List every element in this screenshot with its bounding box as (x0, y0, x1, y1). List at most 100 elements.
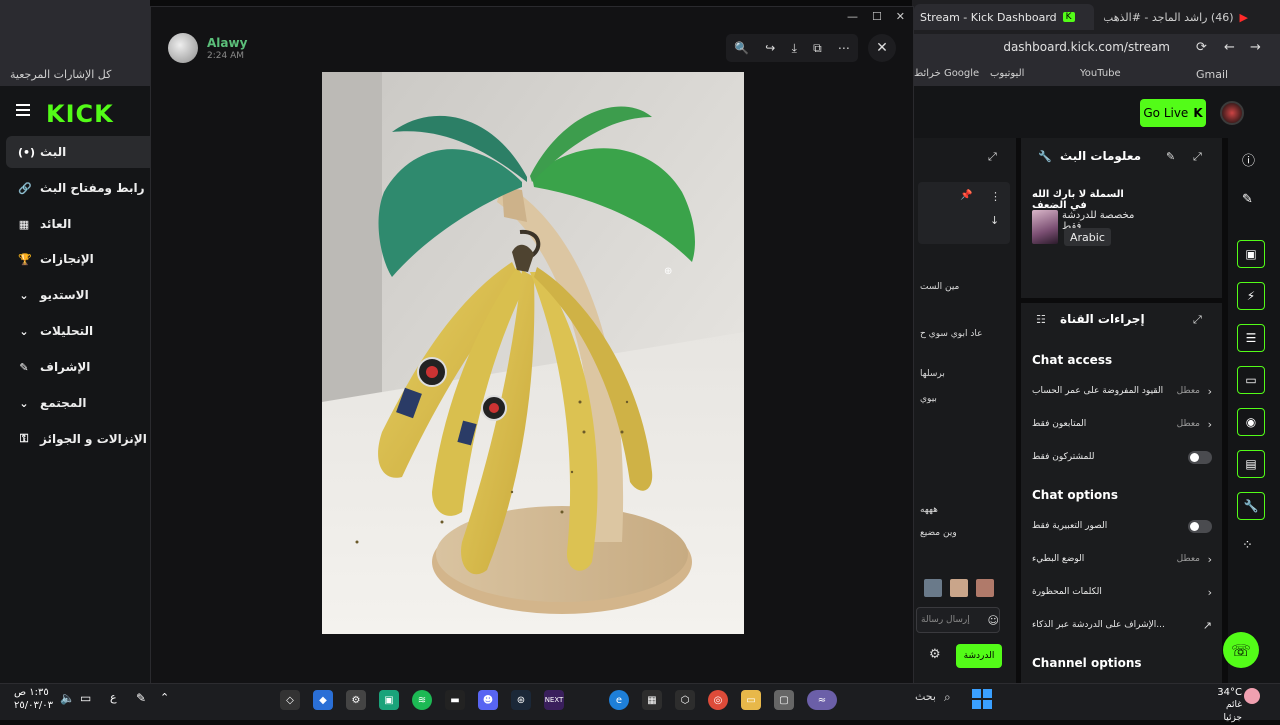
volume-icon[interactable]: 🔈 (60, 691, 75, 705)
minimize-icon[interactable]: — (847, 10, 858, 28)
bookmark-youtube-ar[interactable]: اليوتيوب (990, 68, 1024, 79)
download-icon[interactable]: ⤓ (792, 41, 797, 56)
sidebar-item-achievements[interactable]: 🏆 الإنجازات (6, 243, 150, 275)
broadcast-icon[interactable]: ◉ (1237, 408, 1265, 436)
chat-icon[interactable]: ▭ (1237, 366, 1265, 394)
search-label: بحث (915, 690, 936, 703)
taskbar-search[interactable]: بحث (915, 690, 936, 703)
url-field[interactable]: dashboard.kick.com/stream (1003, 40, 1170, 54)
back-icon[interactable]: ← (1224, 40, 1235, 55)
edge-icon[interactable]: e (609, 690, 629, 710)
settings-icon[interactable]: ⚙ (346, 690, 366, 710)
info-icon[interactable]: ⓘ (1242, 150, 1255, 169)
edit-icon[interactable]: ✎ (1242, 192, 1253, 207)
emote-1[interactable] (924, 579, 942, 597)
app-blue-icon[interactable]: ◆ (313, 690, 333, 710)
go-live-button[interactable]: Go Live K (1140, 99, 1206, 127)
sidebar-item-stream[interactable]: (•) البث (6, 136, 150, 168)
sidebar-item-studio[interactable]: ⌄ الاستديو (6, 279, 150, 311)
emotes-only-row[interactable]: الصور التعبيرية فقط (1032, 515, 1212, 537)
panels-icon[interactable]: ▤ (1237, 450, 1265, 478)
subscribers-only-row[interactable]: للمشتركون فقط (1032, 446, 1212, 468)
next-app-icon[interactable]: NEXT (544, 690, 564, 710)
kick-k-icon: K (1193, 106, 1203, 120)
chrome-icon[interactable]: ◎ (708, 690, 728, 710)
all-bookmarks-link[interactable]: كل الإشارات المرجعية (10, 68, 118, 81)
layout-icon[interactable]: ▣ (1237, 240, 1265, 268)
language-indicator[interactable]: ع (110, 691, 117, 704)
banned-words-row[interactable]: الكلمات المحظورة › (1032, 581, 1212, 603)
ai-moderation-row[interactable]: ...الإشراف على الدردشة عبر الذكاء ↗ (1032, 614, 1212, 636)
windows-start-icon[interactable] (972, 689, 992, 709)
forward-icon[interactable]: → (1250, 40, 1261, 55)
chat-settings-gear-icon[interactable]: ⚙ (929, 647, 941, 662)
app-gray-icon[interactable]: ▢ (774, 690, 794, 710)
overwolf-icon[interactable]: ◇ (280, 690, 300, 710)
popout-icon[interactable]: ⤢ (988, 150, 997, 164)
steam-icon[interactable]: ⊛ (511, 690, 531, 710)
scroll-down-icon[interactable]: ↓ (990, 214, 999, 227)
forward-icon[interactable]: ↪ (765, 41, 775, 55)
sidebar-item-stream-key[interactable]: 🔗 رابط ومفتاح البث (6, 172, 150, 204)
bookmark-youtube[interactable]: YouTube (1080, 68, 1121, 79)
sender-name[interactable]: Alawy (207, 36, 247, 50)
mouse-cursor-icon: ⊕ (664, 266, 673, 277)
tab-youtube[interactable]: ▶ (46) راشد الماجد - #الذهب (حصر... (1098, 4, 1248, 30)
apps-icon[interactable]: ⁘ (1242, 538, 1253, 553)
chat-message-input[interactable]: إرسال رسالة ☺ (916, 607, 1000, 633)
app-green-icon[interactable]: ▣ (379, 690, 399, 710)
popout-icon[interactable]: ⤢ (1193, 150, 1202, 164)
store-icon[interactable]: ▦ (642, 690, 662, 710)
sidebar-item-drops[interactable]: ⚿ الإنزالات و الجوائز (6, 423, 150, 455)
close-viewer-button[interactable]: ✕ (868, 34, 896, 62)
sidebar-item-community[interactable]: ⌄ المجتمع (6, 387, 150, 419)
terminal-icon[interactable]: ▬ (445, 690, 465, 710)
support-headset-icon[interactable]: ☏ (1223, 632, 1259, 668)
subscribers-only-toggle[interactable] (1188, 450, 1212, 464)
gmail-bookmark[interactable]: Gmail (1196, 68, 1228, 81)
more-icon[interactable]: ⋮ (990, 190, 1001, 203)
weather-widget[interactable]: 34°C غائم جزئيا (1212, 686, 1242, 725)
slow-mode-row[interactable]: الوضع البطيء معطل › (1032, 548, 1212, 570)
kick-logo[interactable]: KICK (46, 100, 114, 128)
widget-icon[interactable]: ≈ (807, 690, 837, 710)
tab-kick-dashboard[interactable]: Stream - Kick Dashboard K (914, 4, 1094, 30)
list-icon[interactable]: ☰ (1237, 324, 1265, 352)
open-external-icon[interactable]: ⧉ (813, 41, 822, 56)
discord-icon[interactable]: ☻ (478, 690, 498, 710)
network-icon[interactable]: ▭ (80, 691, 91, 705)
close-window-icon[interactable]: ✕ (896, 10, 905, 28)
sidebar-item-moderation[interactable]: ✎ الإشراف (6, 351, 150, 383)
pin-icon[interactable]: 📌 (960, 190, 972, 201)
app-hex-icon[interactable]: ⬡ (675, 690, 695, 710)
emoji-icon[interactable]: ☺ (988, 614, 999, 627)
wrench-icon[interactable]: 🔧 (1237, 492, 1265, 520)
followers-only-row[interactable]: المتابعون فقط معطل › (1032, 413, 1212, 435)
spotify-icon[interactable]: ≋ (412, 690, 432, 710)
maximize-icon[interactable]: ☐ (872, 10, 882, 28)
zoom-icon[interactable]: 🔍 (734, 41, 749, 55)
hamburger-menu-icon[interactable] (16, 104, 30, 116)
chat-send-button[interactable]: الدردشة (956, 644, 1002, 668)
sender-avatar[interactable] (168, 33, 198, 63)
popout-icon[interactable]: ⤢ (1193, 313, 1202, 327)
reload-icon[interactable]: ⟳ (1196, 40, 1207, 55)
sidebar-item-revenue[interactable]: ▦ العائد (6, 208, 150, 240)
emote-2[interactable] (950, 579, 968, 597)
edit-pencil-icon[interactable]: ✎ (1166, 150, 1175, 163)
bookmark-maps[interactable]: خرائط Google (914, 68, 979, 79)
pen-icon[interactable]: ✎ (136, 691, 146, 705)
more-options-icon[interactable]: ⋯ (838, 41, 850, 55)
account-age-restriction-row[interactable]: › القيود المفروضة على عمر الحساب معطل (1032, 380, 1212, 402)
emote-strip (924, 579, 1004, 597)
emote-3[interactable] (976, 579, 994, 597)
emotes-only-toggle[interactable] (1188, 519, 1212, 533)
sidebar-item-analytics[interactable]: ⌄ التحليلات (6, 315, 150, 347)
user-avatar[interactable] (1220, 101, 1244, 125)
file-explorer-icon[interactable]: ▭ (741, 690, 761, 710)
taskbar-clock[interactable]: ١:٣٥ ص ٢٥/٠٣/٠٣ (14, 686, 53, 712)
search-icon[interactable]: ⌕ (944, 690, 951, 705)
lightning-icon[interactable]: ⚡ (1237, 282, 1265, 310)
tray-chevron-icon[interactable]: ⌃ (160, 691, 169, 704)
chat-input-placeholder: إرسال رسالة (921, 615, 970, 625)
